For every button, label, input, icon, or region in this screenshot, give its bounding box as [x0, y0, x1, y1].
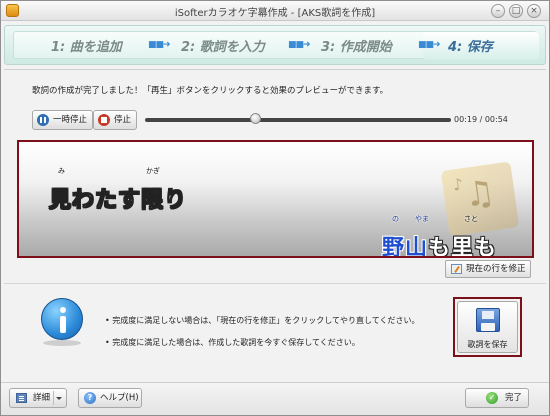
chevron-down-icon[interactable] — [56, 397, 62, 400]
help-button[interactable]: ? ヘルプ(H) — [78, 388, 142, 408]
pause-icon — [37, 114, 49, 126]
ruby-mi: み — [58, 167, 65, 175]
stop-label: 停止 — [114, 115, 132, 125]
step-arrow-icon: ■■➜ — [418, 40, 441, 50]
finish-button[interactable]: ✓ 完了 — [465, 388, 529, 408]
help-label: ヘルプ(H) — [100, 393, 139, 403]
stop-icon — [98, 114, 110, 126]
playback-progress-thumb[interactable] — [250, 113, 261, 124]
info-icon-shadow — [43, 340, 81, 346]
modify-label: 現在の行を修正 — [466, 264, 526, 274]
save-lyrics-label: 歌詞を保存 — [467, 340, 508, 349]
divider — [4, 283, 546, 284]
maximize-button[interactable]: □ — [509, 4, 523, 18]
ruby-sato: さと — [464, 215, 478, 223]
button-divider — [53, 391, 54, 405]
window-title: iSofterカラオケ字幕作成 - [AKS歌詞を作成] — [174, 8, 376, 19]
edit-icon — [451, 264, 462, 274]
info-bullet: • 完成度に満足しない場合は、「現在の行を修正」をクリックしてやり直してください… — [105, 316, 420, 325]
ruby-kagi: かぎ — [146, 167, 160, 175]
step-add-song: 1: 曲を追加 — [51, 40, 122, 55]
info-bullet: • 完成度に満足した場合は、作成した歌詞を今すぐ保存してください。 — [105, 338, 360, 347]
finish-label: 完了 — [505, 393, 523, 403]
checkmark-icon: ✓ — [486, 392, 498, 404]
playback-time: 00:19 / 00:54 — [454, 115, 508, 124]
details-label: 詳細 — [33, 393, 51, 403]
app-window: iSofterカラオケ字幕作成 - [AKS歌詞を作成] – □ × 1: 曲を… — [0, 0, 550, 416]
modify-current-line-button[interactable]: 現在の行を修正 — [445, 260, 531, 278]
step-enter-lyrics: 2: 歌詞を入力 — [181, 40, 265, 55]
bullet-text: 完成度に満足した場合は、作成した歌詞を今すぐ保存してください。 — [112, 338, 360, 347]
minimize-button[interactable]: – — [491, 4, 505, 18]
stop-button[interactable]: 停止 — [93, 110, 138, 130]
step-start-creation: 3: 作成開始 — [321, 40, 392, 55]
step-save: 4: 保存 — [448, 40, 493, 55]
info-icon — [41, 298, 83, 340]
music-note-icon: ♪ ♫ — [440, 161, 520, 237]
playback-progress-track[interactable] — [145, 118, 451, 122]
title-bar: iSofterカラオケ字幕作成 - [AKS歌詞を作成] – □ × — [1, 1, 549, 21]
details-button[interactable]: 詳細 — [9, 388, 67, 408]
save-lyrics-button[interactable]: 歌詞を保存 — [457, 301, 518, 353]
lyric-unsung-part: も里も — [428, 236, 498, 258]
divider — [4, 69, 546, 70]
completion-message: 歌詞の作成が完了しました！「再生」ボタンをクリックすると効果のプレビューができま… — [32, 86, 389, 96]
lyric-line-2: 野山も里も — [382, 230, 498, 258]
step-arrow-icon: ■■➜ — [148, 40, 171, 50]
step-arrow-icon: ■■➜ — [288, 40, 311, 50]
lyric-sung-part: 野山 — [382, 236, 429, 258]
ruby-yama: やま — [415, 215, 429, 223]
lyric-line-1: 見わたす限り — [48, 188, 188, 214]
ruby-no: の — [392, 215, 399, 223]
bullet-text: 完成度に満足しない場合は、「現在の行を修正」をクリックしてやり直してください。 — [112, 316, 420, 325]
karaoke-preview: ♪ ♫ み かぎ 見わたす限り の やま さと 野山も里も — [17, 140, 534, 258]
details-icon — [16, 393, 27, 403]
pause-button[interactable]: 一時停止 — [32, 110, 94, 130]
pause-label: 一時停止 — [53, 115, 88, 125]
floppy-disk-icon — [476, 308, 500, 332]
close-button[interactable]: × — [527, 4, 541, 18]
help-icon: ? — [84, 392, 96, 404]
wizard-step-bar: 1: 曲を追加 ■■➜ 2: 歌詞を入力 ■■➜ 3: 作成開始 ■■➜ 4: … — [4, 25, 546, 65]
